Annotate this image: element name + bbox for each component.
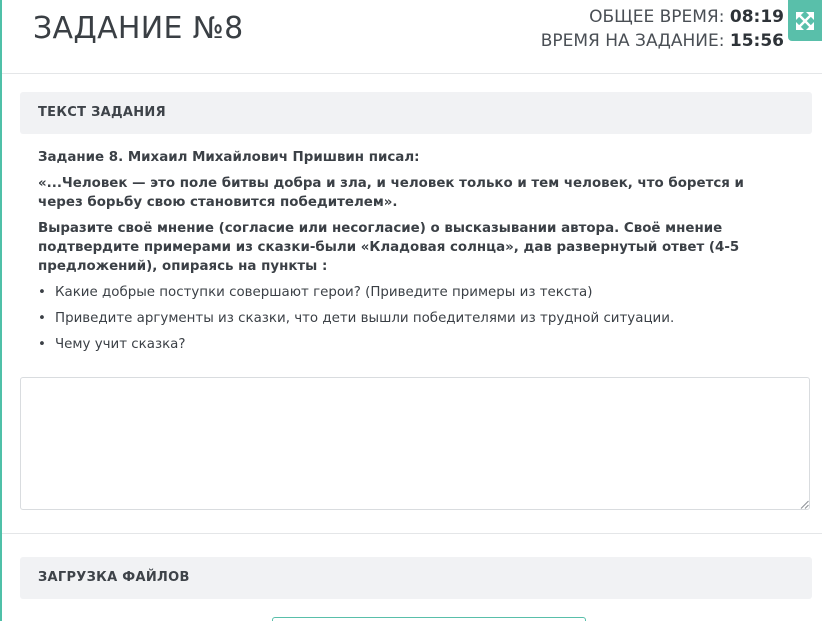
- section-divider: [2, 533, 822, 534]
- task-time-value: 15:56: [729, 31, 784, 51]
- task-quote: «...Человек — это поле битвы добра и зла…: [38, 176, 744, 210]
- total-time: ОБЩЕЕ ВРЕМЯ: 08:19: [541, 5, 784, 29]
- task-time: ВРЕМЯ НА ЗАДАНИЕ: 15:56: [541, 29, 784, 53]
- list-item: Какие добрые поступки совершают герои? (…: [38, 283, 778, 302]
- page-title: ЗАДАНИЕ №8: [33, 11, 244, 46]
- list-item: Чему учит сказка?: [38, 335, 778, 354]
- resize-grip-icon[interactable]: [800, 500, 809, 509]
- expand-arrows-icon: [796, 11, 814, 30]
- upload-button[interactable]: [272, 617, 586, 621]
- total-time-label: ОБЩЕЕ ВРЕМЯ:: [589, 7, 725, 27]
- fullscreen-button[interactable]: [788, 0, 822, 41]
- header: ЗАДАНИЕ №8 ОБЩЕЕ ВРЕМЯ: 08:19 ВРЕМЯ НА З…: [2, 0, 822, 74]
- task-text-section-header: ТЕКСТ ЗАДАНИЯ: [20, 92, 812, 134]
- left-accent-stripe: [0, 0, 2, 621]
- task-page: ЗАДАНИЕ №8 ОБЩЕЕ ВРЕМЯ: 08:19 ВРЕМЯ НА З…: [0, 0, 822, 621]
- task-time-label: ВРЕМЯ НА ЗАДАНИЕ:: [540, 31, 725, 51]
- answer-textarea[interactable]: [20, 377, 810, 510]
- task-points-list: Какие добрые поступки совершают герои? (…: [38, 283, 778, 354]
- total-time-value: 08:19: [729, 7, 784, 27]
- task-description: Задание 8. Михаил Михайлович Пришвин пис…: [38, 148, 778, 361]
- task-text-heading: ТЕКСТ ЗАДАНИЯ: [38, 105, 166, 120]
- list-item: Приведите аргументы из сказки, что дети …: [38, 309, 778, 328]
- file-upload-heading: ЗАГРУЗКА ФАЙЛОВ: [38, 570, 190, 585]
- file-upload-section-header: ЗАГРУЗКА ФАЙЛОВ: [20, 557, 812, 599]
- task-intro: Задание 8. Михаил Михайлович Пришвин пис…: [38, 150, 420, 165]
- timers: ОБЩЕЕ ВРЕМЯ: 08:19 ВРЕМЯ НА ЗАДАНИЕ: 15:…: [541, 5, 784, 53]
- task-instruction: Выразите своё мнение (согласие или несог…: [38, 221, 740, 274]
